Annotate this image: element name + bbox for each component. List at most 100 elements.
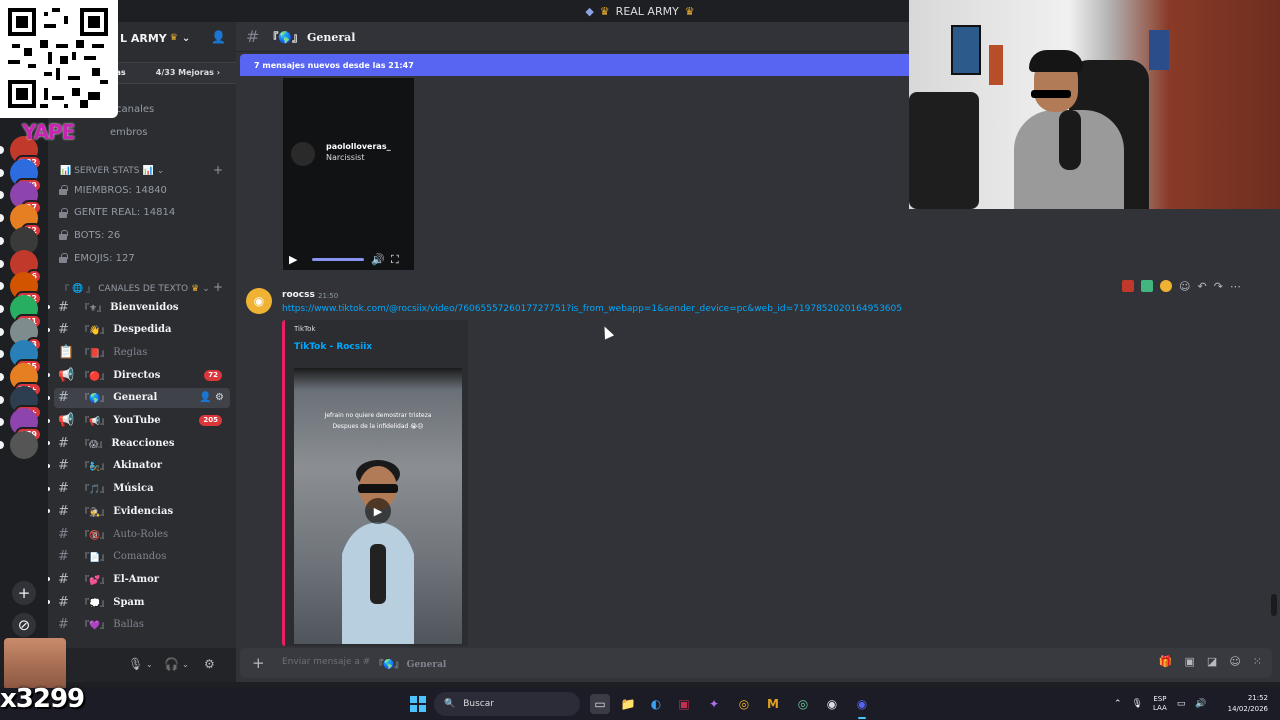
lock-icon [58, 207, 68, 218]
channel-el-amor[interactable]: # 『💕』 El-Amor [48, 569, 230, 589]
unread-dot [48, 327, 50, 332]
channel-label: Reglas [113, 346, 148, 358]
chevron-down-icon[interactable]: ⌄ [182, 660, 189, 669]
channel-spam[interactable]: # 『💭』 Spam [48, 592, 230, 612]
crown-icon: ♛ [169, 33, 178, 43]
category-text-channels[interactable]: 『 🌐 』 CANALES DE TEXTO ♛ ⌄ [60, 282, 210, 296]
message-link[interactable]: https://www.tiktok.com/@rocsiix/video/76… [282, 304, 902, 314]
channel-youtube[interactable]: 📢 『📢』 YouTube 205 [48, 411, 230, 431]
voice-stat-channel[interactable]: MIEMBROS: 14840 [58, 180, 167, 200]
channel-general[interactable]: # 『🌎』 General 👤 ⚙ [48, 387, 230, 408]
network-icon[interactable]: ▭ [1177, 699, 1186, 709]
channel-akinator[interactable]: # 『🧞』 Akinator [48, 456, 230, 476]
task-view-icon[interactable]: ▭ [590, 694, 610, 714]
copilot-icon[interactable]: ✦ [704, 694, 724, 714]
server-icon[interactable] [0, 431, 38, 460]
unread-pill [0, 146, 4, 154]
add-reaction-icon[interactable]: ☺ [1179, 280, 1190, 293]
laugh-emoji-icon[interactable] [1160, 280, 1172, 292]
apps-icon[interactable]: ⁙ [1253, 655, 1262, 668]
channel-reacciones[interactable]: # 『😱』 Reacciones [48, 433, 230, 453]
gift-icon[interactable]: 🎁 [1159, 655, 1173, 668]
browse-channels-link[interactable]: canales [116, 104, 154, 115]
add-channel-icon[interactable]: + [213, 163, 223, 177]
forward-icon[interactable]: ↷ [1214, 280, 1223, 293]
system-tray: ⌃ 🎙 ESP LAA ▭ 🔊 [1114, 688, 1207, 720]
reaction-emoji-icon[interactable] [1122, 280, 1134, 292]
microphone-icon[interactable]: 🎙 [128, 657, 143, 671]
gif-icon[interactable]: ▣ [1185, 655, 1195, 668]
search-icon: 🔍 [444, 699, 456, 709]
qr-code-image [8, 8, 108, 108]
language-indicator[interactable]: ESP LAA [1153, 695, 1167, 713]
members-link[interactable]: embros [110, 127, 147, 138]
channel-label: Comandos [113, 551, 167, 563]
play-icon[interactable]: ▶ [289, 253, 297, 266]
unread-pill [0, 236, 4, 245]
game-app-icon[interactable]: M [763, 694, 783, 714]
file-explorer-icon[interactable]: 📁 [618, 694, 638, 714]
chevron-up-icon[interactable]: ⌃ [1114, 699, 1122, 709]
embed-title[interactable]: TikTok - Rocsiix [294, 342, 372, 352]
unread-dot [48, 441, 50, 446]
lang-line: LAA [1152, 704, 1167, 712]
chevron-down-icon[interactable]: ⌄ [146, 660, 153, 669]
new-messages-bar[interactable]: 7 mensajes nuevos desde las 21:47 [240, 54, 912, 76]
obs-icon[interactable]: ◉ [822, 694, 842, 714]
headphones-icon[interactable]: 🎧 [164, 657, 179, 671]
channel-label: Evidencias [113, 505, 174, 517]
reply-icon[interactable]: ↶ [1197, 280, 1206, 293]
windows-start-icon[interactable] [410, 696, 426, 712]
message-author[interactable]: roocss [282, 290, 315, 300]
invite-icon[interactable]: 👤 [199, 392, 215, 403]
channel-reglas[interactable]: 📋 『📕』 Reglas [54, 342, 230, 362]
add-attachment-icon[interactable]: + [252, 654, 265, 672]
taskbar-search[interactable]: 🔍 Buscar [434, 692, 580, 716]
hash-icon: # [246, 27, 260, 46]
message-composer[interactable]: + Enviar mensaje a # 『🌎』 General 🎁 ▣ ◪ ☺… [240, 648, 1272, 678]
discord-taskbar-icon[interactable]: ◉ [852, 694, 872, 719]
add-user-icon[interactable]: 👤 [211, 30, 226, 44]
unread-pill [0, 214, 4, 223]
channel-directos[interactable]: 📢 『🔴』 Directos 72 [48, 365, 230, 385]
channel-ballas[interactable]: # 『💜』 Ballas [54, 615, 230, 635]
progress-bar[interactable] [312, 258, 364, 261]
channel-comandos[interactable]: # 『📄』 Comandos [54, 547, 230, 567]
video-player[interactable]: paololloveras_ Narcissist ▶ 🔊 ⛶ [283, 78, 414, 270]
scrollbar[interactable] [1271, 594, 1277, 616]
unread-pill [0, 191, 4, 200]
microphone-icon[interactable]: 🎙 [1132, 699, 1143, 709]
gear-icon[interactable]: ⚙ [204, 657, 215, 671]
add-channel-icon[interactable]: + [213, 280, 223, 294]
hash-icon: # [58, 503, 69, 519]
play-icon[interactable]: ▶ [365, 498, 391, 524]
volume-icon[interactable]: 🔊 [1195, 699, 1206, 709]
embed-thumbnail[interactable]: Jefrain no quiere demostrar tristeza Des… [294, 368, 462, 644]
discord-avatar-icon[interactable]: ◉ [246, 288, 272, 314]
more-icon[interactable]: ⋯ [1230, 280, 1241, 293]
discover-icon[interactable]: ⊘ [12, 613, 36, 637]
channel-m-sica[interactable]: # 『🎵』 Música [48, 479, 230, 499]
composer-placeholder[interactable]: Enviar mensaje a # 『🌎』 General [282, 657, 446, 670]
gear-icon[interactable]: ⚙ [215, 392, 224, 403]
voice-stat-channel[interactable]: BOTS: 26 [58, 225, 120, 245]
channel-auto-roles[interactable]: # 『🔞』 Auto-Roles [54, 524, 230, 544]
sticker-icon[interactable]: ◪ [1207, 655, 1217, 668]
add-server-icon[interactable]: + [12, 581, 36, 605]
fullscreen-icon[interactable]: ⛶ [391, 253, 399, 267]
voice-stat-channel[interactable]: EMOJIS: 127 [58, 248, 135, 268]
channel-bienvenidos[interactable]: # 『⚜』 Bienvenidos [48, 297, 230, 317]
media-app-icon[interactable]: ▣ [674, 694, 694, 714]
chrome-icon[interactable]: ◎ [734, 694, 754, 714]
chrome-profile-icon[interactable]: ◎ [793, 694, 813, 714]
channel-despedida[interactable]: # 『👋』 Despedida [48, 320, 230, 340]
emoji-icon[interactable]: ☺ [1229, 655, 1240, 668]
taskbar-clock[interactable]: 21:52 14/02/2026 [1222, 693, 1268, 715]
edge-browser-icon[interactable]: ◐ [646, 694, 666, 714]
category-server-stats[interactable]: 📊 SERVER STATS 📊 ⌄ [60, 166, 164, 176]
channel-evidencias[interactable]: # 『🕵』 Evidencias [48, 501, 230, 521]
volume-icon[interactable]: 🔊 [371, 253, 385, 266]
voice-stat-channel[interactable]: GENTE REAL: 14814 [58, 203, 175, 223]
unread-pill [0, 259, 4, 268]
check-emoji-icon[interactable] [1141, 280, 1153, 292]
